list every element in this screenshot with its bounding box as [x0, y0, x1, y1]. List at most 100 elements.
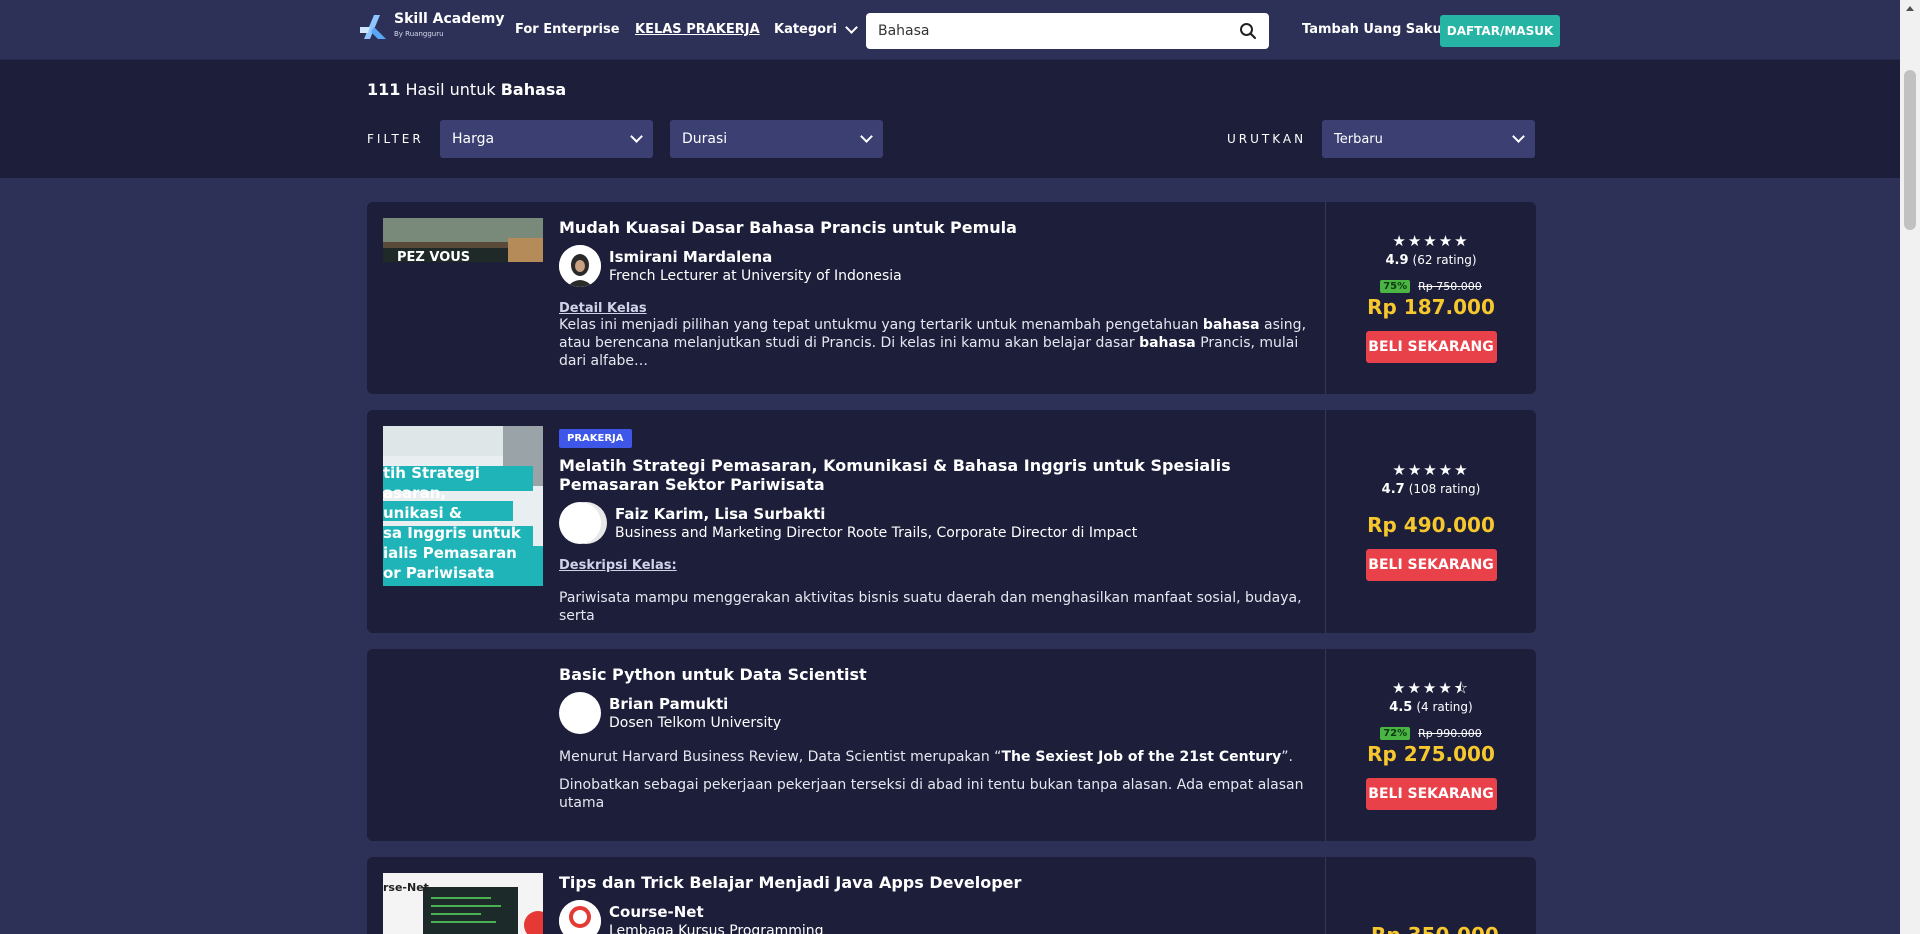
rating-count: (4 rating): [1416, 700, 1473, 714]
instructor-avatar: [559, 245, 601, 287]
beli-sekarang-button[interactable]: BELI SEKARANG: [1365, 331, 1497, 363]
rating-stars-icon: ★★★★⯪: [1392, 679, 1470, 697]
instructor: Brian Pamukti Dosen Telkom University: [559, 692, 1311, 734]
instructor: Ismirani Mardalena French Lecturer at Un…: [559, 245, 1311, 287]
thumb-text: unikasi &: [383, 504, 462, 522]
course-title[interactable]: Basic Python untuk Data Scientist: [559, 665, 1311, 684]
search-icon[interactable]: [1239, 22, 1257, 40]
original-price: Rp 990.000: [1418, 727, 1482, 740]
detail-kelas-link[interactable]: Detail Kelas: [559, 301, 647, 316]
chevron-down-icon: [630, 130, 643, 143]
course-price: Rp 350.000: [1371, 923, 1499, 934]
course-card[interactable]: rse-Net Tips dan Trick Belajar Menjadi J…: [367, 857, 1536, 934]
harga-filter-select[interactable]: Harga: [440, 120, 653, 158]
chevron-down-icon: [860, 130, 873, 143]
instructor-name: Ismirani Mardalena: [609, 248, 773, 266]
page-scrollbar[interactable]: [1900, 0, 1920, 934]
rating-value: 4.9: [1385, 253, 1409, 268]
beli-sekarang-button[interactable]: BELI SEKARANG: [1365, 778, 1497, 810]
discount-badge: 75%: [1380, 280, 1411, 293]
course-description: Pariwisata mampu menggerakan aktivitas b…: [559, 590, 1302, 624]
skill-academy-logo[interactable]: Skill Academy By Ruangguru: [360, 12, 504, 41]
nav-for-enterprise[interactable]: For Enterprise: [515, 22, 620, 37]
course-title[interactable]: Tips dan Trick Belajar Menjadi Java Apps…: [559, 873, 1311, 892]
price-panel: ★★★★⯪ 4.5 (4 rating) 72% Rp 990.000 Rp 27…: [1326, 649, 1536, 841]
rating-value: 4.5: [1389, 700, 1413, 715]
top-navbar: Skill Academy By Ruangguru For Enterpris…: [0, 0, 1900, 60]
filter-label: FILTER: [367, 132, 424, 146]
rating-stars-icon: ★★★★★: [1392, 461, 1470, 479]
nav-tambah-uang-saku[interactable]: Tambah Uang Saku: [1302, 22, 1442, 37]
course-thumbnail[interactable]: PEZ VOUS: [383, 218, 543, 262]
thumb-text: asaran,: [383, 484, 446, 502]
rating-stars-icon: ★★★★★: [1392, 232, 1470, 250]
logo-title: Skill Academy: [394, 11, 505, 27]
durasi-filter-select[interactable]: Durasi: [670, 120, 883, 158]
course-thumbnail[interactable]: rse-Net: [383, 873, 543, 934]
course-info: PRAKERJA Melatih Strategi Pemasaran, Kom…: [559, 426, 1311, 625]
results-text: Hasil untuk: [405, 80, 496, 99]
desc-highlight: bahasa: [1139, 335, 1196, 351]
sort-select[interactable]: Terbaru: [1322, 120, 1535, 158]
desc-highlight: The Sexiest Job of the 21st Century: [1001, 749, 1282, 765]
course-title[interactable]: Mudah Kuasai Dasar Bahasa Prancis untuk …: [559, 218, 1311, 237]
thumb-text: ialis Pemasaran: [383, 544, 517, 562]
deskripsi-kelas-link[interactable]: Deskripsi Kelas:: [559, 558, 677, 573]
desc-text: Menurut Harvard Business Review, Data Sc…: [559, 749, 1002, 765]
search-bar: [866, 13, 1269, 49]
instructor-avatar: [559, 900, 601, 934]
thumb-text: or Pariwisata: [383, 564, 495, 582]
scroll-up-icon[interactable]: [1906, 6, 1914, 11]
discount-badge: 72%: [1380, 727, 1411, 740]
instructor-avatar: [559, 502, 601, 544]
results-query: Bahasa: [500, 80, 567, 99]
beli-sekarang-button[interactable]: BELI SEKARANG: [1365, 549, 1497, 581]
instructor-role: Dosen Telkom University: [609, 715, 782, 731]
course-price: Rp 490.000: [1367, 513, 1495, 537]
original-price: Rp 750.000: [1418, 280, 1482, 293]
prakerja-badge: PRAKERJA: [559, 429, 632, 448]
search-input[interactable]: [878, 23, 1239, 39]
chevron-down-icon: [1512, 130, 1525, 143]
course-info: Tips dan Trick Belajar Menjadi Java Apps…: [559, 873, 1311, 934]
results-count: 111: [367, 80, 401, 99]
instructor: Faiz Karim, Lisa Surbakti Business and M…: [559, 502, 1311, 544]
instructor-name: Brian Pamukti: [609, 695, 729, 713]
course-thumbnail[interactable]: tih Strategi asaran, unikasi & sa Inggri…: [383, 426, 543, 586]
nav-kategori-dropdown[interactable]: Kategori: [774, 20, 858, 37]
thumb-text: rse-Net: [383, 881, 429, 894]
desc-text: ”.: [1281, 749, 1293, 765]
price-panel: ★★★★★ 4.9 (62 rating) 75% Rp 750.000 Rp 1…: [1326, 202, 1536, 394]
daftar-masuk-button[interactable]: DAFTAR/MASUK: [1440, 15, 1560, 47]
logo-subtitle: By Ruangguru: [394, 30, 444, 38]
course-card[interactable]: tih Strategi asaran, unikasi & sa Inggri…: [367, 410, 1536, 633]
course-card[interactable]: PEZ VOUS Mudah Kuasai Dasar Bahasa Pranc…: [367, 202, 1536, 394]
instructor-avatar: [559, 692, 601, 734]
course-card[interactable]: Basic Python untuk Data Scientist Brian …: [367, 649, 1536, 841]
course-price: Rp 275.000: [1367, 742, 1495, 766]
card-divider: [1325, 857, 1326, 934]
thumb-text: sa Inggris untuk: [383, 524, 522, 542]
scrollbar-thumb[interactable]: [1904, 70, 1916, 230]
instructor-role: Business and Marketing Director Roote Tr…: [615, 525, 1138, 541]
course-price: Rp 187.000: [1367, 295, 1495, 319]
course-description: Menurut Harvard Business Review, Data Sc…: [559, 748, 1311, 766]
course-info: Mudah Kuasai Dasar Bahasa Prancis untuk …: [559, 218, 1311, 370]
nav-kelas-prakerja[interactable]: KELAS PRAKERJA: [635, 22, 760, 37]
course-title[interactable]: Melatih Strategi Pemasaran, Komunikasi &…: [559, 456, 1311, 494]
rating-value: 4.7: [1381, 482, 1405, 497]
rating-count: (62 rating): [1412, 253, 1477, 267]
instructor-name: Course-Net: [609, 903, 704, 921]
results-summary: 111 Hasil untuk Bahasa: [367, 80, 566, 99]
logo-icon: [360, 13, 390, 41]
desc-text: Kelas ini menjadi pilihan yang tepat unt…: [559, 317, 1203, 333]
chevron-down-icon: [845, 20, 858, 34]
desc-highlight: bahasa: [1202, 317, 1260, 333]
sort-label: URUTKAN: [1227, 132, 1307, 146]
rating-count: (108 rating): [1408, 482, 1481, 496]
kategori-label: Kategori: [774, 22, 837, 37]
instructor-role: Lembaga Kursus Programming: [609, 923, 824, 934]
sort-value: Terbaru: [1334, 131, 1383, 147]
durasi-filter-value: Durasi: [682, 131, 728, 147]
instructor-role: French Lecturer at University of Indones…: [609, 268, 902, 284]
